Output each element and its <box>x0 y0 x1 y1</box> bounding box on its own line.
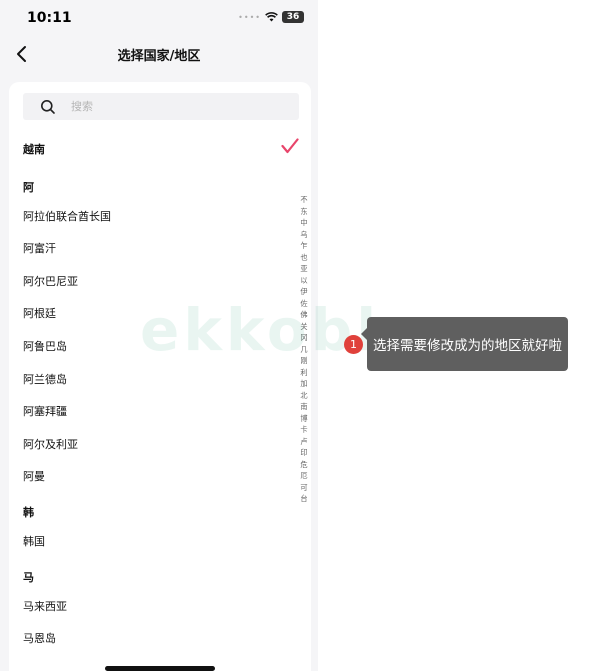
index-letter[interactable]: 北 <box>300 390 307 402</box>
section-header-ma: 马 <box>23 571 34 584</box>
country-item[interactable]: 韩国 <box>23 533 45 549</box>
index-letter[interactable]: 南 <box>300 401 307 413</box>
country-item[interactable]: 阿曼 <box>23 468 45 484</box>
index-letter[interactable]: 危 <box>300 459 307 471</box>
country-item[interactable]: 阿尔及利亚 <box>23 436 78 452</box>
country-item[interactable]: 阿富汗 <box>23 240 56 256</box>
index-letter[interactable]: 冈 <box>300 332 307 344</box>
country-item[interactable]: 阿拉伯联合酋长国 <box>23 208 111 224</box>
search-icon <box>41 99 55 114</box>
callout-text: 选择需要修改成为的地区就好啦 <box>373 338 562 354</box>
index-letter[interactable]: 台 <box>300 493 307 505</box>
index-letter[interactable]: 几 <box>300 344 307 356</box>
checkmark-icon <box>281 138 299 154</box>
battery-icon: 36 <box>282 11 304 23</box>
index-letter[interactable]: 可 <box>300 482 307 494</box>
status-bar: 10:11 •••• 36 <box>0 0 318 36</box>
status-icons: •••• 36 <box>238 11 304 23</box>
index-letter[interactable]: 乍 <box>300 240 307 252</box>
index-letter[interactable]: 不 <box>300 194 307 206</box>
index-letter[interactable]: 卡 <box>300 424 307 436</box>
country-item[interactable]: 马恩岛 <box>23 630 56 646</box>
index-letter[interactable]: 佛 <box>300 309 307 321</box>
index-letter[interactable]: 亚 <box>300 263 307 275</box>
selected-country-item[interactable]: 越南 <box>23 141 45 157</box>
status-time: 10:11 <box>27 10 72 26</box>
annotation-callout: 1 选择需要修改成为的地区就好啦 <box>344 317 568 371</box>
country-item[interactable]: 阿鲁巴岛 <box>23 338 67 354</box>
country-item[interactable]: 阿塞拜疆 <box>23 403 67 419</box>
phone-screen: 10:11 •••• 36 选择国家/地区 越南 <box>0 0 318 671</box>
index-letter[interactable]: 博 <box>300 413 307 425</box>
index-letter[interactable]: 印 <box>300 447 307 459</box>
section-header-han: 韩 <box>23 506 34 519</box>
index-letter[interactable]: 刚 <box>300 355 307 367</box>
index-letter[interactable]: 加 <box>300 378 307 390</box>
search-input[interactable] <box>71 100 251 113</box>
index-letter[interactable]: 关 <box>300 321 307 333</box>
country-item[interactable]: 阿兰德岛 <box>23 371 67 387</box>
index-letter[interactable]: 卢 <box>300 436 307 448</box>
index-letter[interactable]: 东 <box>300 206 307 218</box>
country-list-card: 越南 阿 阿拉伯联合酋长国 阿富汗 阿尔巴尼亚 阿根廷 阿鲁巴岛 阿兰德岛 阿塞… <box>9 82 311 671</box>
country-item[interactable]: 阿根廷 <box>23 305 56 321</box>
page-title: 选择国家/地区 <box>117 49 201 64</box>
wifi-icon <box>265 12 278 22</box>
home-indicator <box>105 666 215 671</box>
section-header-a: 阿 <box>23 181 34 194</box>
alphabet-index-bar[interactable]: 不东中乌乍也亚以伊佐佛关冈几刚利加北南博卡卢印危厄可台 <box>298 194 310 505</box>
index-letter[interactable]: 中 <box>300 217 307 229</box>
callout-box: 选择需要修改成为的地区就好啦 <box>361 317 568 371</box>
signal-icon: •••• <box>238 12 261 22</box>
index-letter[interactable]: 厄 <box>300 470 307 482</box>
index-letter[interactable]: 利 <box>300 367 307 379</box>
country-item[interactable]: 阿尔巴尼亚 <box>23 273 78 289</box>
index-letter[interactable]: 乌 <box>300 229 307 241</box>
country-item[interactable]: 马来西亚 <box>23 598 67 614</box>
search-box[interactable] <box>23 93 299 120</box>
index-letter[interactable]: 以 <box>300 275 307 287</box>
index-letter[interactable]: 也 <box>300 252 307 264</box>
index-letter[interactable]: 伊 <box>300 286 307 298</box>
index-letter[interactable]: 佐 <box>300 298 307 310</box>
nav-bar: 选择国家/地区 <box>0 36 318 72</box>
